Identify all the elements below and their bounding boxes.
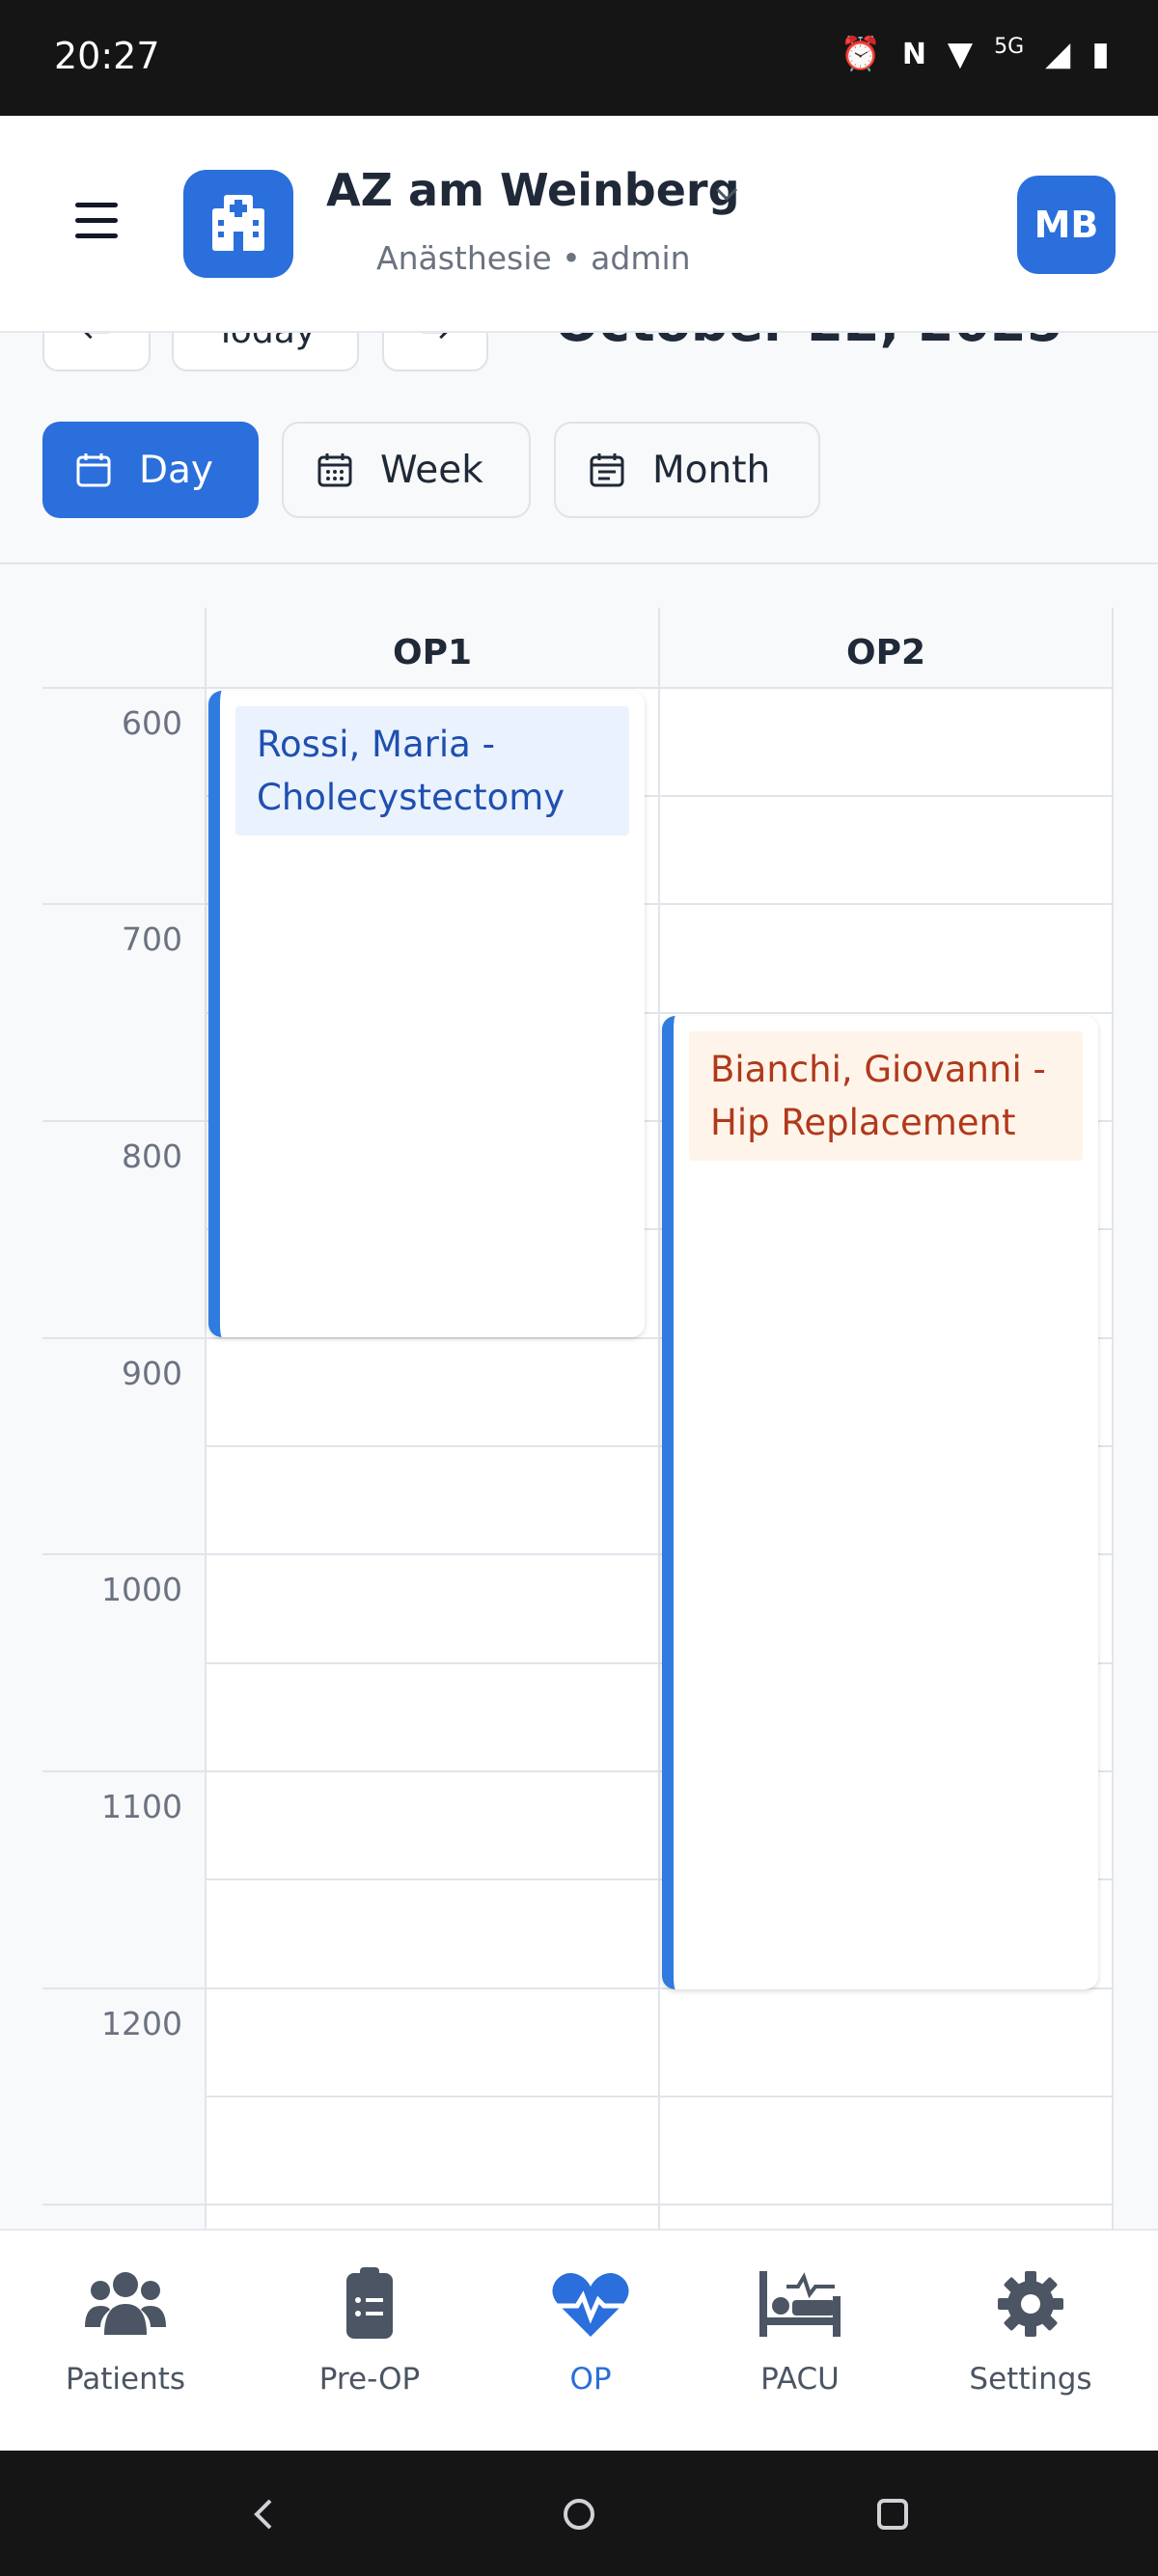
view-week-button[interactable]: Week	[282, 422, 531, 518]
hour-label: 1200	[101, 2005, 182, 2042]
nav-pre-op[interactable]: Pre-OP	[273, 2267, 466, 2397]
hospital-logo-icon	[183, 170, 293, 278]
hour-label: 800	[122, 1137, 182, 1175]
calendar-toolbar: ← Today → October 22, 2025 Day Week Mont…	[0, 333, 1158, 564]
view-month-button[interactable]: Month	[554, 422, 820, 518]
nav-label: Pre-OP	[318, 2362, 421, 2397]
nav-pacu[interactable]: PACU	[703, 2267, 896, 2397]
event-patient: Bianchi, Giovanni -	[710, 1049, 1046, 1090]
grid-line	[206, 2096, 1113, 2097]
back-icon[interactable]	[249, 2495, 278, 2534]
nfc-icon: N	[901, 37, 926, 71]
network-label: 5G	[994, 35, 1025, 59]
room-header-op2: OP2	[845, 633, 926, 672]
grid-line	[42, 2204, 1114, 2206]
grid-line	[658, 608, 660, 2229]
wifi-icon: ▼	[947, 35, 974, 73]
calendar-month-icon	[590, 453, 624, 487]
bed-icon	[759, 2271, 841, 2337]
calendar-icon	[76, 453, 111, 487]
nav-settings[interactable]: Settings	[934, 2267, 1127, 2397]
surgery-event-op1[interactable]: Rossi, Maria - Cholecystectomy	[208, 691, 645, 1337]
alarm-icon: ⏰	[840, 35, 881, 73]
hospital-name[interactable]: AZ am Weinberg	[326, 164, 740, 216]
signal-icon: ◢	[1045, 35, 1071, 73]
view-day-button[interactable]: Day	[42, 422, 259, 518]
gear-icon	[998, 2271, 1063, 2337]
menu-button[interactable]	[60, 193, 135, 251]
hour-label: 700	[122, 920, 182, 958]
chevron-down-icon[interactable]	[712, 179, 741, 208]
bottom-navigation: Patients Pre-OP OP PACU Settings	[0, 2229, 1158, 2451]
nav-label: PACU	[760, 2362, 840, 2397]
battery-icon: ▮	[1091, 35, 1110, 73]
nav-label: Settings	[969, 2362, 1092, 2397]
surgery-event-op2[interactable]: Bianchi, Giovanni - Hip Replacement	[662, 1016, 1098, 1989]
nav-op[interactable]: OP	[494, 2267, 687, 2397]
clipboard-icon	[346, 2267, 393, 2339]
status-bar: 20:27 ⏰ N ▼ 5G ◢ ▮	[0, 0, 1158, 116]
status-time: 20:27	[54, 35, 160, 77]
event-procedure: Hip Replacement	[710, 1102, 1016, 1143]
event-procedure: Cholecystectomy	[257, 777, 565, 818]
recents-icon[interactable]	[873, 2495, 912, 2534]
status-icons: ⏰ N ▼ 5G ◢ ▮	[840, 35, 1110, 73]
view-day-label: Day	[139, 448, 214, 492]
user-avatar[interactable]: MB	[1017, 176, 1116, 274]
next-day-button[interactable]: →	[382, 333, 488, 371]
day-calendar-grid: OP1 OP2 600 700 800 900 1000 1100 1200 R…	[42, 608, 1114, 2229]
today-button[interactable]: Today	[172, 333, 359, 371]
heartbeat-icon	[552, 2273, 629, 2337]
app-header: AZ am Weinberg Anästhesie • admin MB	[0, 116, 1158, 333]
current-date: October 22, 2025	[555, 333, 1062, 353]
hour-label: 900	[122, 1355, 182, 1392]
grid-line	[1112, 608, 1114, 2229]
view-week-label: Week	[380, 448, 483, 492]
home-icon[interactable]	[560, 2495, 598, 2534]
event-label: Rossi, Maria - Cholecystectomy	[235, 706, 629, 836]
room-header-op1: OP1	[392, 633, 473, 672]
hour-label: 600	[122, 704, 182, 742]
prev-day-button[interactable]: ←	[42, 333, 151, 371]
nav-patients[interactable]: Patients	[29, 2267, 222, 2397]
calendar-week-icon	[317, 453, 352, 487]
grid-line	[42, 687, 1114, 689]
grid-line	[205, 608, 207, 2229]
event-patient: Rossi, Maria -	[257, 724, 495, 765]
hour-label: 1100	[101, 1788, 182, 1825]
view-month-label: Month	[652, 448, 771, 492]
nav-label: Patients	[65, 2362, 186, 2397]
nav-label: OP	[569, 2362, 612, 2397]
event-label: Bianchi, Giovanni - Hip Replacement	[689, 1031, 1083, 1161]
toolbar-divider	[0, 562, 1158, 564]
system-nav-bar	[0, 2451, 1158, 2576]
hour-label: 1000	[101, 1571, 182, 1608]
users-icon	[85, 2272, 166, 2335]
department-subtitle: Anästhesie • admin	[376, 239, 691, 277]
